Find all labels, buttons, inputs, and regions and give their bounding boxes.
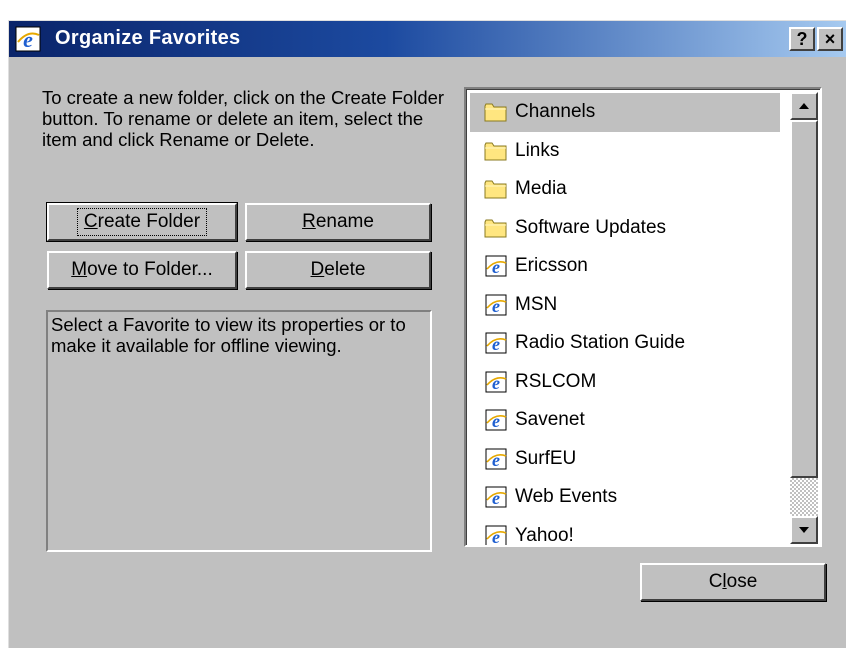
arrow-down-icon — [799, 527, 809, 533]
list-item[interactable]: e SurfEU — [470, 440, 780, 479]
svg-text:e: e — [492, 527, 500, 547]
favorites-list[interactable]: Channels Links Media Software Updates e Erics… — [464, 87, 822, 547]
ie-link-icon: e — [484, 332, 508, 354]
list-item-label: MSN — [515, 293, 558, 315]
folder-icon — [484, 217, 508, 239]
organize-favorites-dialog: e Organize Favorites ? × To create a new… — [8, 20, 846, 648]
list-item[interactable]: e Radio Station Guide — [470, 324, 780, 363]
list-item[interactable]: Channels — [470, 93, 780, 132]
close-icon: × — [824, 29, 836, 49]
properties-hint-text: Select a Favorite to view its properties… — [51, 314, 406, 356]
scroll-down-button[interactable] — [790, 516, 818, 544]
title-bar[interactable]: e Organize Favorites ? × — [9, 21, 846, 57]
help-button[interactable]: ? — [789, 27, 815, 51]
ie-link-icon: e — [484, 255, 508, 277]
svg-text:e: e — [492, 450, 500, 470]
scroll-thumb[interactable] — [790, 120, 818, 478]
list-item-label: Radio Station Guide — [515, 332, 686, 354]
button-label: reate Folder — [97, 211, 201, 232]
create-folder-button[interactable]: Create Folder — [46, 202, 238, 242]
svg-text:e: e — [23, 27, 33, 52]
folder-icon — [484, 101, 508, 123]
list-item-label: Channels — [515, 101, 596, 123]
list-item[interactable]: e Savenet — [470, 401, 780, 440]
favorites-list-items: Channels Links Media Software Updates e Erics… — [470, 93, 780, 547]
button-accelerator: C — [83, 211, 98, 232]
svg-text:e: e — [492, 257, 500, 277]
list-item-label: Software Updates — [515, 216, 667, 238]
list-item[interactable]: e MSN — [470, 286, 780, 325]
svg-text:e: e — [492, 488, 500, 508]
list-item-label: SurfEU — [515, 447, 577, 469]
list-item[interactable]: e Web Events — [470, 478, 780, 517]
arrow-up-icon — [799, 103, 809, 109]
scroll-track[interactable] — [790, 478, 818, 516]
button-accelerator: M — [71, 259, 88, 280]
vertical-scrollbar[interactable] — [790, 92, 818, 544]
list-item[interactable]: Links — [470, 132, 780, 171]
instructions-text: To create a new folder, click on the Cre… — [42, 87, 445, 150]
list-item-label: Savenet — [515, 409, 585, 431]
list-item[interactable]: e Ericsson — [470, 247, 780, 286]
close-button[interactable]: Cl ose — [640, 563, 826, 601]
button-label-prefix: C — [708, 571, 723, 592]
help-icon: ? — [796, 29, 808, 49]
close-window-button[interactable]: × — [817, 27, 843, 51]
ie-link-icon: e — [484, 525, 508, 547]
ie-link-icon: e — [484, 486, 508, 508]
move-to-folder-button[interactable]: Move to Folder... — [47, 251, 237, 289]
list-item[interactable]: Media — [470, 170, 780, 209]
list-item-label: Web Events — [515, 486, 618, 508]
list-item-label: Media — [515, 178, 567, 200]
svg-text:e: e — [492, 373, 500, 393]
list-item[interactable]: Software Updates — [470, 209, 780, 248]
button-accelerator: R — [302, 211, 316, 232]
delete-button[interactable]: Delete — [245, 251, 431, 289]
list-item[interactable]: e RSLCOM — [470, 363, 780, 402]
folder-icon — [484, 178, 508, 200]
favorite-properties-panel: Select a Favorite to view its properties… — [46, 310, 432, 552]
svg-text:e: e — [492, 334, 500, 354]
ie-link-icon: e — [484, 448, 508, 470]
list-item-label: Links — [515, 139, 560, 161]
list-item-label: Yahoo! — [515, 524, 574, 546]
rename-button[interactable]: Rename — [245, 203, 431, 241]
button-label: ove to Folder... — [87, 259, 213, 280]
folder-icon — [484, 140, 508, 162]
list-item-label: Ericsson — [515, 255, 588, 277]
ie-link-icon: e — [484, 294, 508, 316]
list-item-label: RSLCOM — [515, 370, 597, 392]
svg-text:e: e — [492, 411, 500, 431]
button-accelerator: D — [310, 259, 325, 280]
list-item[interactable]: e Yahoo! — [470, 517, 780, 547]
button-label: ename — [315, 211, 374, 232]
scroll-up-button[interactable] — [790, 92, 818, 120]
button-label: ose — [726, 571, 758, 592]
dialog-title: Organize Favorites — [55, 27, 241, 49]
ie-link-icon: e — [484, 371, 508, 393]
focus-rect: Create Folder — [76, 208, 208, 236]
ie-link-icon: e — [484, 409, 508, 431]
button-label: elete — [324, 259, 366, 280]
svg-text:e: e — [492, 296, 500, 316]
ie-icon: e — [15, 26, 41, 52]
